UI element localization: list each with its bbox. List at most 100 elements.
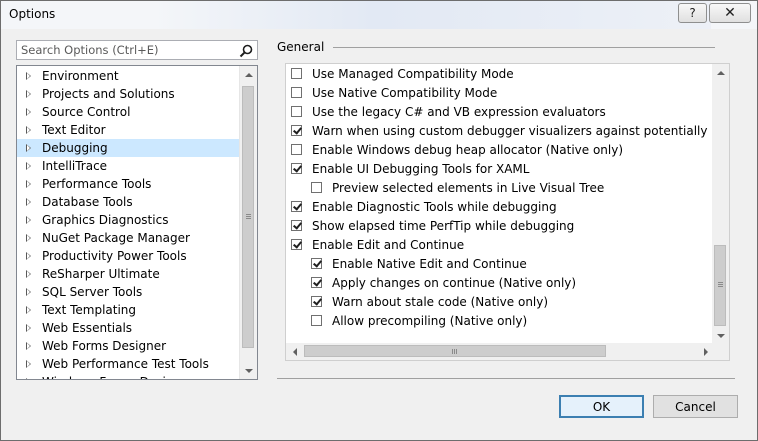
ok-button[interactable]: OK xyxy=(559,395,644,418)
option-checkbox[interactable] xyxy=(291,87,302,98)
tree-scroll-down-arrow[interactable] xyxy=(240,362,257,379)
option-checkbox[interactable] xyxy=(311,277,322,288)
options-hscroll-thumb[interactable] xyxy=(304,345,606,357)
tree-item[interactable]: Web Essentials xyxy=(17,319,241,337)
chevron-right-icon xyxy=(703,347,708,356)
options-horizontal-scrollbar[interactable] xyxy=(286,343,714,360)
options-scroll-down-arrow[interactable] xyxy=(712,327,729,344)
tree-item[interactable]: Database Tools xyxy=(17,193,241,211)
options-tree[interactable]: Environment Projects and Solutions Source … xyxy=(16,65,258,380)
option-label: Show elapsed time PerfTip while debuggin… xyxy=(312,219,575,233)
options-scroll-up-arrow[interactable] xyxy=(712,64,729,81)
tree-scroll-up-arrow[interactable] xyxy=(240,66,257,83)
expand-arrow-icon[interactable] xyxy=(26,360,31,368)
expand-arrow-icon[interactable] xyxy=(26,324,31,332)
footer-divider xyxy=(277,378,735,379)
tree-item-label: SQL Server Tools xyxy=(42,285,143,299)
expand-arrow-icon[interactable] xyxy=(26,72,31,80)
help-button[interactable]: ? xyxy=(678,3,707,23)
option-checkbox[interactable] xyxy=(291,106,302,117)
expand-arrow-icon[interactable] xyxy=(26,234,31,242)
group-label-general: General xyxy=(277,40,325,54)
tree-item[interactable]: Environment xyxy=(17,67,241,85)
grip-line xyxy=(456,349,457,354)
tree-item-label: Web Performance Test Tools xyxy=(42,357,209,371)
expand-arrow-icon[interactable] xyxy=(26,252,31,260)
expand-arrow-icon[interactable] xyxy=(26,162,31,170)
expand-arrow-icon[interactable] xyxy=(26,144,31,152)
cancel-button[interactable]: Cancel xyxy=(653,395,738,418)
tree-item[interactable]: Performance Tools xyxy=(17,175,241,193)
expand-arrow-icon[interactable] xyxy=(26,180,31,188)
expand-arrow-icon[interactable] xyxy=(26,216,31,224)
option-label: Enable UI Debugging Tools for XAML xyxy=(312,162,530,176)
tree-item-label: Database Tools xyxy=(42,195,133,209)
general-options-panel: Use Managed Compatibility Mode Use Native… xyxy=(285,63,730,361)
options-list: Use Managed Compatibility Mode Use Native… xyxy=(286,64,714,344)
chevron-left-icon xyxy=(292,347,297,356)
tree-item[interactable]: ReSharper Ultimate xyxy=(17,265,241,283)
chevron-down-icon xyxy=(244,368,253,373)
option-checkbox[interactable] xyxy=(291,220,302,231)
expand-arrow-icon[interactable] xyxy=(26,270,31,278)
search-icon[interactable] xyxy=(238,43,254,59)
option-label: Apply changes on continue (Native only) xyxy=(332,276,577,290)
tree-item[interactable]: Productivity Power Tools xyxy=(17,247,241,265)
tree-item-label: Windows Forms Designer xyxy=(42,375,193,379)
tree-item[interactable]: Windows Forms Designer xyxy=(17,373,241,379)
options-vertical-scrollbar[interactable] xyxy=(712,64,729,344)
tree-scroll-thumb[interactable] xyxy=(242,86,254,348)
expand-arrow-icon[interactable] xyxy=(26,90,31,98)
expand-arrow-icon[interactable] xyxy=(26,378,31,379)
grip-line xyxy=(246,214,251,215)
options-scroll-thumb[interactable] xyxy=(714,245,726,326)
option-checkbox[interactable] xyxy=(291,68,302,79)
tree-item-label: Environment xyxy=(42,69,119,83)
option-checkbox[interactable] xyxy=(291,163,302,174)
option-checkbox[interactable] xyxy=(311,296,322,307)
tree-vertical-scrollbar[interactable] xyxy=(239,66,257,379)
chevron-up-icon xyxy=(716,70,725,75)
tree-item[interactable]: Source Control xyxy=(17,103,241,121)
option-checkbox[interactable] xyxy=(291,144,302,155)
option-label: Enable Windows debug heap allocator (Nat… xyxy=(312,143,624,157)
group-divider xyxy=(333,47,715,48)
tree-item[interactable]: Debugging xyxy=(17,139,241,157)
option-checkbox[interactable] xyxy=(291,201,302,212)
option-checkbox[interactable] xyxy=(311,182,322,193)
search-input[interactable] xyxy=(19,42,233,58)
search-box[interactable] xyxy=(16,40,258,60)
title-bar[interactable]: Options ? ✕ xyxy=(1,1,757,29)
option-label: Use Native Compatibility Mode xyxy=(312,86,498,100)
expand-arrow-icon[interactable] xyxy=(26,342,31,350)
tree-item[interactable]: IntelliTrace xyxy=(17,157,241,175)
option-checkbox[interactable] xyxy=(311,315,322,326)
expand-arrow-icon[interactable] xyxy=(26,126,31,134)
grip-line xyxy=(246,216,251,217)
options-scroll-left-arrow[interactable] xyxy=(286,343,303,360)
tree-item-label: Graphics Diagnostics xyxy=(42,213,169,227)
expand-arrow-icon[interactable] xyxy=(26,288,31,296)
tree-item[interactable]: Web Forms Designer xyxy=(17,337,241,355)
tree-item[interactable]: SQL Server Tools xyxy=(17,283,241,301)
option-checkbox[interactable] xyxy=(311,258,322,269)
tree-item-label: Text Templating xyxy=(42,303,137,317)
expand-arrow-icon[interactable] xyxy=(26,108,31,116)
chevron-up-icon xyxy=(244,72,253,77)
expand-arrow-icon[interactable] xyxy=(26,306,31,314)
tree-item[interactable]: NuGet Package Manager xyxy=(17,229,241,247)
option-label: Use the legacy C# and VB expression eval… xyxy=(312,105,606,119)
tree-item[interactable]: Projects and Solutions xyxy=(17,85,241,103)
close-button[interactable]: ✕ xyxy=(709,3,751,23)
close-icon: ✕ xyxy=(724,5,736,21)
tree-item[interactable]: Text Editor xyxy=(17,121,241,139)
option-checkbox[interactable] xyxy=(291,125,302,136)
tree-item[interactable]: Text Templating xyxy=(17,301,241,319)
scrollbar-corner xyxy=(712,343,729,360)
tree-item[interactable]: Graphics Diagnostics xyxy=(17,211,241,229)
tree-item-label: Debugging xyxy=(42,141,108,155)
expand-arrow-icon[interactable] xyxy=(26,198,31,206)
option-checkbox[interactable] xyxy=(291,239,302,250)
tree-item[interactable]: Web Performance Test Tools xyxy=(17,355,241,373)
window-title: Options xyxy=(9,7,56,21)
